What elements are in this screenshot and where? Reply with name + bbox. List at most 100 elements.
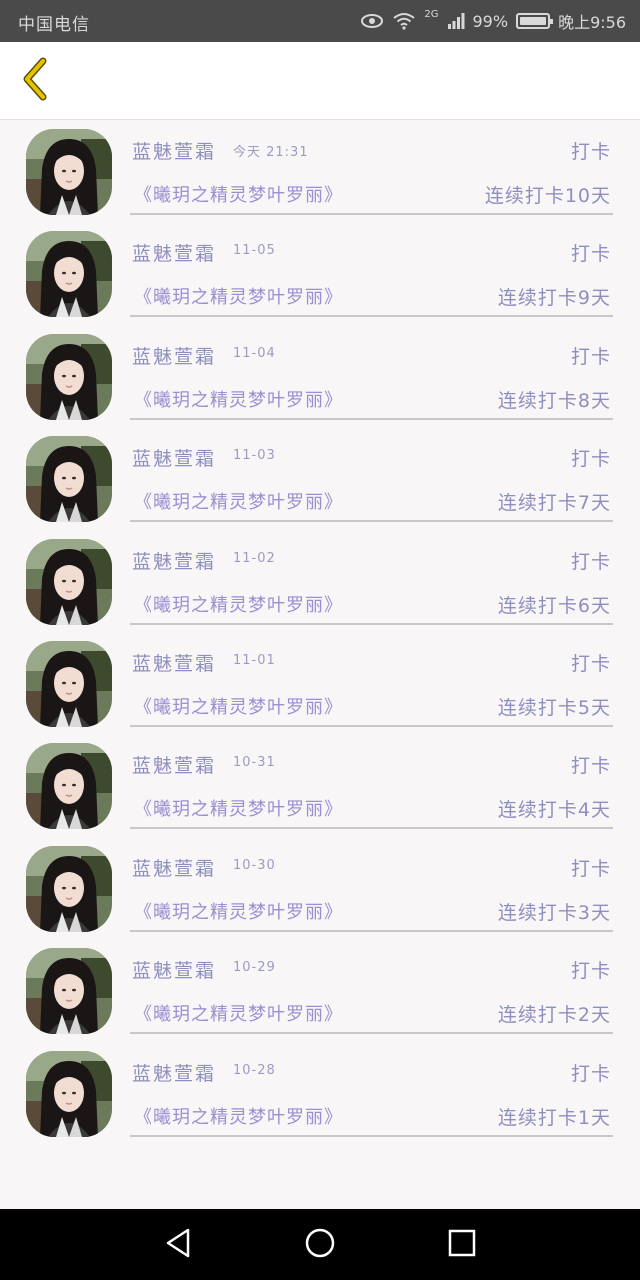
checkin-label: 打卡: [570, 1062, 611, 1085]
circle-home-icon: [304, 1227, 336, 1263]
avatar[interactable]: [26, 640, 112, 727]
app-header: [0, 42, 640, 120]
back-button[interactable]: [12, 56, 56, 106]
user-name[interactable]: 蓝魅萱霜: [132, 751, 216, 778]
avatar[interactable]: [26, 538, 112, 625]
system-nav-bar: [0, 1209, 640, 1280]
streak-count: 连续打卡2天: [497, 1004, 611, 1027]
checkin-label: 打卡: [570, 652, 611, 675]
streak-count: 连续打卡7天: [497, 492, 611, 515]
list-item-body: 蓝魅萱霜 10-31 打卡 《曦玥之精灵梦叶罗丽》 连续打卡4天: [130, 735, 613, 830]
list-item[interactable]: 蓝魅萱霜 11-03 打卡 《曦玥之精灵梦叶罗丽》 连续打卡7天: [0, 428, 640, 530]
user-name[interactable]: 蓝魅萱霜: [132, 1059, 216, 1086]
checkin-label: 打卡: [570, 243, 611, 266]
list-item-body: 蓝魅萱霜 11-05 打卡 《曦玥之精灵梦叶罗丽》 连续打卡9天: [130, 223, 613, 318]
checkin-label: 打卡: [570, 448, 611, 471]
checkin-label: 打卡: [570, 857, 611, 880]
user-name[interactable]: 蓝魅萱霜: [132, 547, 216, 574]
list-item-body: 蓝魅萱霜 11-02 打卡 《曦玥之精灵梦叶罗丽》 连续打卡6天: [130, 531, 613, 625]
checkin-list: 蓝魅萱霜 今天 21:31 打卡 《曦玥之精灵梦叶罗丽》 连续打卡10天 蓝魅萱…: [0, 121, 640, 1209]
square-recents-icon: [447, 1228, 477, 1262]
checkin-date: 今天 21:31: [233, 145, 309, 160]
book-title[interactable]: 《曦玥之精灵梦叶罗丽》: [134, 181, 343, 207]
checkin-date: 11-03: [233, 448, 276, 464]
checkin-date: 11-01: [233, 652, 276, 668]
eye-icon: [360, 13, 384, 29]
nav-back-button[interactable]: [158, 1225, 198, 1265]
chevron-left-icon: [19, 57, 49, 105]
streak-count: 连续打卡4天: [497, 799, 611, 822]
list-item[interactable]: 蓝魅萱霜 10-30 打卡 《曦玥之精灵梦叶罗丽》 连续打卡3天: [0, 838, 640, 940]
list-item-body: 蓝魅萱霜 10-28 打卡 《曦玥之精灵梦叶罗丽》 连续打卡1天: [130, 1043, 613, 1137]
book-title[interactable]: 《曦玥之精灵梦叶罗丽》: [134, 591, 343, 617]
list-item-body: 蓝魅萱霜 11-01 打卡 《曦玥之精灵梦叶罗丽》 连续打卡5天: [130, 633, 613, 727]
user-name[interactable]: 蓝魅萱霜: [132, 239, 216, 266]
triangle-back-icon: [164, 1227, 192, 1263]
book-title[interactable]: 《曦玥之精灵梦叶罗丽》: [134, 795, 343, 821]
checkin-date: 10-29: [233, 960, 276, 976]
checkin-label: 打卡: [570, 550, 611, 573]
user-name[interactable]: 蓝魅萱霜: [132, 137, 216, 164]
avatar[interactable]: [26, 231, 112, 318]
user-name[interactable]: 蓝魅萱霜: [132, 854, 216, 881]
list-item[interactable]: 蓝魅萱霜 10-31 打卡 《曦玥之精灵梦叶罗丽》 连续打卡4天: [0, 735, 640, 837]
signal-icon: [447, 12, 465, 30]
network-type-label: 2G: [424, 9, 439, 20]
list-item[interactable]: 蓝魅萱霜 今天 21:31 打卡 《曦玥之精灵梦叶罗丽》 连续打卡10天: [0, 121, 640, 223]
streak-count: 连续打卡3天: [497, 901, 611, 924]
list-item[interactable]: 蓝魅萱霜 11-01 打卡 《曦玥之精灵梦叶罗丽》 连续打卡5天: [0, 633, 640, 735]
list-item[interactable]: 蓝魅萱霜 11-05 打卡 《曦玥之精灵梦叶罗丽》 连续打卡9天: [0, 223, 640, 325]
streak-count: 连续打卡1天: [497, 1106, 611, 1129]
checkin-label: 打卡: [570, 141, 611, 163]
battery-level: [520, 17, 546, 25]
book-title[interactable]: 《曦玥之精灵梦叶罗丽》: [134, 1000, 343, 1026]
list-item-body: 蓝魅萱霜 10-29 打卡 《曦玥之精灵梦叶罗丽》 连续打卡2天: [130, 940, 613, 1035]
streak-count: 连续打卡8天: [497, 389, 611, 412]
nav-recents-button[interactable]: [442, 1225, 482, 1265]
list-item[interactable]: 蓝魅萱霜 10-29 打卡 《曦玥之精灵梦叶罗丽》 连续打卡2天: [0, 940, 640, 1042]
checkin-date: 11-02: [233, 550, 276, 566]
list-item-body: 蓝魅萱霜 10-30 打卡 《曦玥之精灵梦叶罗丽》 连续打卡3天: [130, 838, 613, 932]
avatar[interactable]: [26, 436, 112, 523]
checkin-date: 11-04: [233, 345, 276, 361]
wifi-icon: [392, 12, 416, 30]
checkin-date: 11-05: [233, 243, 276, 259]
checkin-date: 10-28: [233, 1062, 276, 1078]
status-icons: 2G 99% 晚上9:56: [360, 9, 626, 33]
streak-count: 连续打卡5天: [497, 696, 611, 719]
nav-home-button[interactable]: [300, 1225, 340, 1265]
avatar[interactable]: [26, 845, 112, 932]
avatar[interactable]: [26, 1050, 112, 1137]
checkin-date: 10-31: [233, 755, 276, 771]
book-title[interactable]: 《曦玥之精灵梦叶罗丽》: [134, 898, 343, 924]
avatar[interactable]: [26, 129, 112, 215]
checkin-label: 打卡: [570, 755, 611, 778]
streak-count: 连续打卡10天: [484, 185, 611, 207]
status-bar: 中国电信 2G 99% 晚上9:56: [0, 0, 640, 42]
carrier-label: 中国电信: [18, 15, 90, 35]
list-item[interactable]: 蓝魅萱霜 11-04 打卡 《曦玥之精灵梦叶罗丽》 连续打卡8天: [0, 326, 640, 428]
user-name[interactable]: 蓝魅萱霜: [132, 444, 216, 471]
checkin-date: 10-30: [233, 857, 276, 873]
streak-count: 连续打卡6天: [497, 594, 611, 617]
list-item-body: 蓝魅萱霜 今天 21:31 打卡 《曦玥之精灵梦叶罗丽》 连续打卡10天: [130, 121, 613, 215]
user-name[interactable]: 蓝魅萱霜: [132, 342, 216, 369]
checkin-label: 打卡: [570, 345, 611, 368]
avatar[interactable]: [26, 333, 112, 420]
book-title[interactable]: 《曦玥之精灵梦叶罗丽》: [134, 1103, 343, 1129]
list-item[interactable]: 蓝魅萱霜 11-02 打卡 《曦玥之精灵梦叶罗丽》 连续打卡6天: [0, 531, 640, 633]
list-item-body: 蓝魅萱霜 11-04 打卡 《曦玥之精灵梦叶罗丽》 连续打卡8天: [130, 326, 613, 420]
clock: 晚上9:56: [558, 13, 626, 32]
book-title[interactable]: 《曦玥之精灵梦叶罗丽》: [134, 693, 343, 719]
user-name[interactable]: 蓝魅萱霜: [132, 956, 216, 983]
user-name[interactable]: 蓝魅萱霜: [132, 649, 216, 676]
avatar[interactable]: [26, 743, 112, 830]
avatar[interactable]: [26, 948, 112, 1035]
battery-icon: [516, 13, 554, 29]
checkin-label: 打卡: [570, 960, 611, 983]
book-title[interactable]: 《曦玥之精灵梦叶罗丽》: [134, 488, 343, 514]
battery-percent: 99%: [472, 11, 509, 31]
list-item[interactable]: 蓝魅萱霜 10-28 打卡 《曦玥之精灵梦叶罗丽》 连续打卡1天: [0, 1043, 640, 1145]
book-title[interactable]: 《曦玥之精灵梦叶罗丽》: [134, 283, 343, 309]
book-title[interactable]: 《曦玥之精灵梦叶罗丽》: [134, 386, 343, 412]
